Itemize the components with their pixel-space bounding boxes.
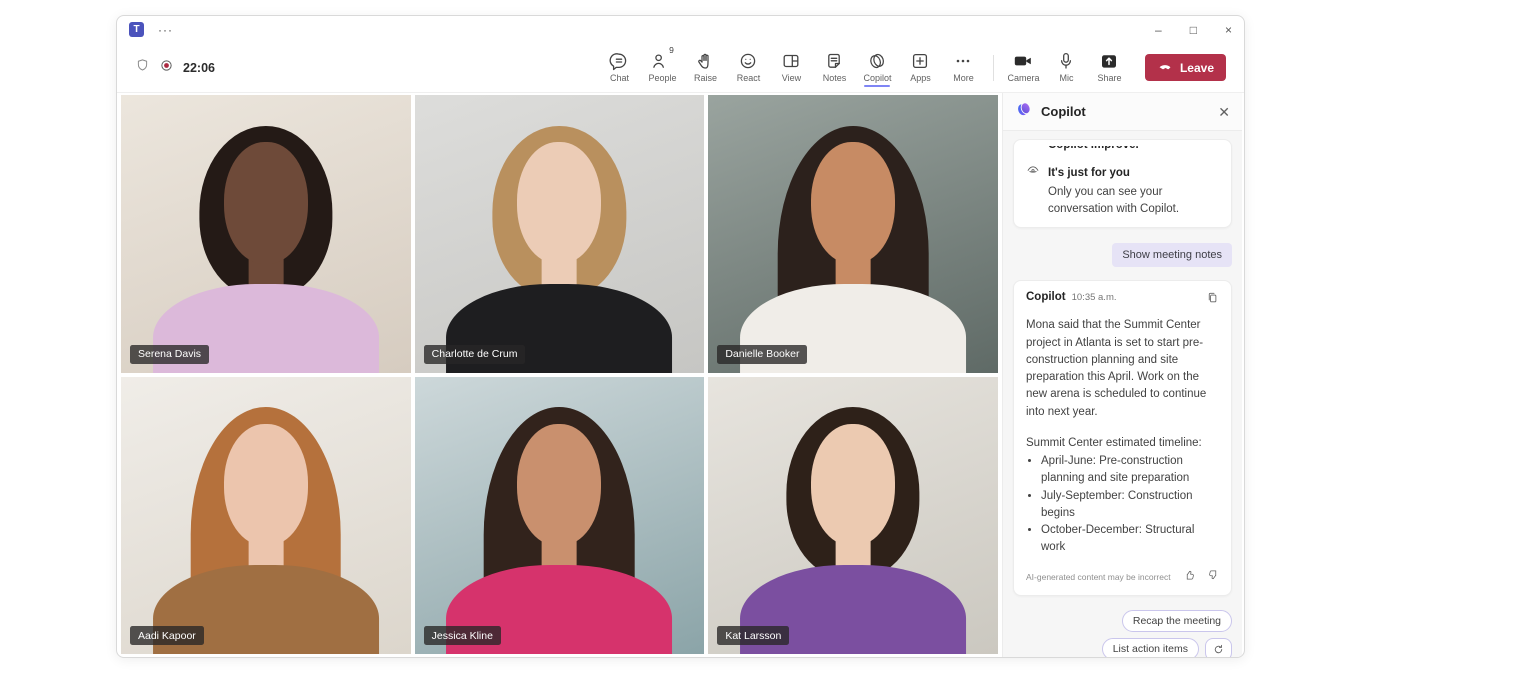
mic-icon [1056, 51, 1076, 71]
message-paragraph: Mona said that the Summit Center project… [1026, 317, 1219, 421]
participant-name-tag: Danielle Booker [717, 345, 807, 364]
raise-hand-icon [695, 51, 715, 71]
camera-label: Camera [1007, 73, 1039, 83]
chat-button[interactable]: Chat [598, 48, 641, 88]
leave-label: Leave [1180, 61, 1214, 75]
meeting-toolbar: 22:06 Chat 9 People Raise [117, 43, 1244, 93]
people-count-badge: 9 [669, 45, 674, 65]
share-button[interactable]: Share [1088, 48, 1131, 88]
shield-icon [135, 58, 150, 78]
clipped-scroll-text: Copilot improve. [1048, 146, 1219, 156]
copilot-icon [867, 51, 887, 71]
titlebar: T ··· – □ × [117, 16, 1244, 43]
privacy-body: Only you can see your conversation with … [1048, 184, 1219, 217]
share-label: Share [1097, 73, 1121, 83]
react-button[interactable]: React [727, 48, 770, 88]
recap-meeting-pill[interactable]: Recap the meeting [1122, 610, 1232, 632]
copilot-active-underline [864, 85, 890, 88]
suggestion-pills: Recap the meeting List action items [1013, 596, 1232, 657]
leave-button[interactable]: Leave [1145, 54, 1226, 81]
meeting-status: 22:06 [135, 58, 215, 78]
copilot-message-card: Copilot 10:35 a.m. Mona said that the Su… [1013, 280, 1232, 595]
copilot-panel-title: Copilot [1041, 104, 1086, 119]
titlebar-more-menu[interactable]: ··· [158, 25, 173, 35]
video-gallery: Serena Davis Charlotte de Crum Danielle … [117, 93, 998, 657]
video-tile-danielle-booker[interactable]: Danielle Booker [708, 95, 998, 373]
notes-icon [824, 51, 844, 71]
copilot-close-icon[interactable]: ✕ [1218, 105, 1230, 119]
participant-name-tag: Charlotte de Crum [424, 345, 526, 364]
view-layout-icon [781, 51, 801, 71]
teams-meeting-window: T ··· – □ × 22:06 Chat [116, 15, 1245, 658]
refresh-suggestions-button[interactable] [1205, 638, 1232, 657]
view-label: View [782, 73, 801, 83]
video-tile-jessica-kline[interactable]: Jessica Kline [415, 377, 705, 655]
toolbar-divider [993, 55, 994, 81]
video-tile-aadi-kapoor[interactable]: Aadi Kapoor [121, 377, 411, 655]
copilot-privacy-card: Copilot improve. It's just for you Only … [1013, 139, 1232, 228]
mic-label: Mic [1059, 73, 1073, 83]
people-button[interactable]: 9 People [641, 48, 684, 88]
timeline-bullet-list: April-June: Pre-construction planning an… [1026, 453, 1219, 557]
apps-label: Apps [910, 73, 931, 83]
people-icon: 9 [650, 51, 675, 71]
video-tile-serena-davis[interactable]: Serena Davis [121, 95, 411, 373]
raise-hand-button[interactable]: Raise [684, 48, 727, 88]
video-tile-kat-larsson[interactable]: Kat Larsson [708, 377, 998, 655]
copilot-button[interactable]: Copilot [856, 48, 899, 88]
chat-label: Chat [610, 73, 629, 83]
view-button[interactable]: View [770, 48, 813, 88]
thumbs-down-icon[interactable] [1207, 568, 1219, 586]
copilot-logo-icon [1015, 100, 1033, 123]
mic-button[interactable]: Mic [1045, 48, 1088, 88]
more-label: More [953, 73, 974, 83]
raise-label: Raise [694, 73, 717, 83]
ai-disclaimer: AI-generated content may be incorrect [1026, 572, 1171, 582]
participant-name-tag: Jessica Kline [424, 626, 501, 645]
message-timeline-title: Summit Center estimated timeline: [1026, 435, 1219, 452]
camera-icon [1013, 51, 1033, 71]
thumbs-up-icon[interactable] [1184, 568, 1196, 586]
copilot-panel: Copilot ✕ Copilot improve. It's just for… [1002, 93, 1242, 657]
react-label: React [737, 73, 761, 83]
show-meeting-notes-button[interactable]: Show meeting notes [1112, 243, 1232, 267]
recording-icon [159, 58, 174, 78]
message-timestamp: 10:35 a.m. [1072, 292, 1117, 303]
maximize-button[interactable]: □ [1190, 24, 1197, 36]
privacy-title: It's just for you [1048, 167, 1130, 179]
meeting-stage: Serena Davis Charlotte de Crum Danielle … [117, 93, 1244, 657]
more-dots-icon [953, 51, 973, 71]
timeline-bullet: October-December: Structural work [1041, 522, 1219, 557]
participant-name-tag: Kat Larsson [717, 626, 789, 645]
teams-logo-icon: T [129, 22, 144, 37]
toolbar-buttons: Chat 9 People Raise React [598, 48, 1234, 88]
timeline-bullet: July-September: Construction begins [1041, 488, 1219, 523]
copilot-conversation: Copilot improve. It's just for you Only … [1003, 131, 1242, 657]
window-controls: – □ × [1155, 24, 1232, 36]
copilot-label: Copilot [863, 73, 891, 83]
camera-button[interactable]: Camera [1002, 48, 1045, 88]
react-smiley-icon [738, 51, 758, 71]
notes-label: Notes [823, 73, 847, 83]
minimize-button[interactable]: – [1155, 24, 1162, 36]
list-action-items-pill[interactable]: List action items [1102, 638, 1199, 657]
more-button[interactable]: More [942, 48, 985, 88]
participant-name-tag: Aadi Kapoor [130, 626, 204, 645]
people-label: People [648, 73, 676, 83]
message-author: Copilot [1026, 291, 1066, 303]
apps-plus-icon [910, 51, 930, 71]
share-icon [1099, 51, 1119, 71]
copy-icon[interactable] [1206, 291, 1219, 309]
copilot-panel-header: Copilot ✕ [1003, 93, 1242, 131]
chat-icon [609, 51, 629, 71]
participant-name-tag: Serena Davis [130, 345, 209, 364]
apps-button[interactable]: Apps [899, 48, 942, 88]
timeline-bullet: April-June: Pre-construction planning an… [1041, 453, 1219, 488]
video-tile-charlotte-de-crum[interactable]: Charlotte de Crum [415, 95, 705, 373]
meeting-timer: 22:06 [183, 61, 215, 75]
hangup-phone-icon [1157, 58, 1173, 77]
notes-button[interactable]: Notes [813, 48, 856, 88]
eye-icon [1026, 163, 1040, 182]
close-button[interactable]: × [1225, 24, 1232, 36]
